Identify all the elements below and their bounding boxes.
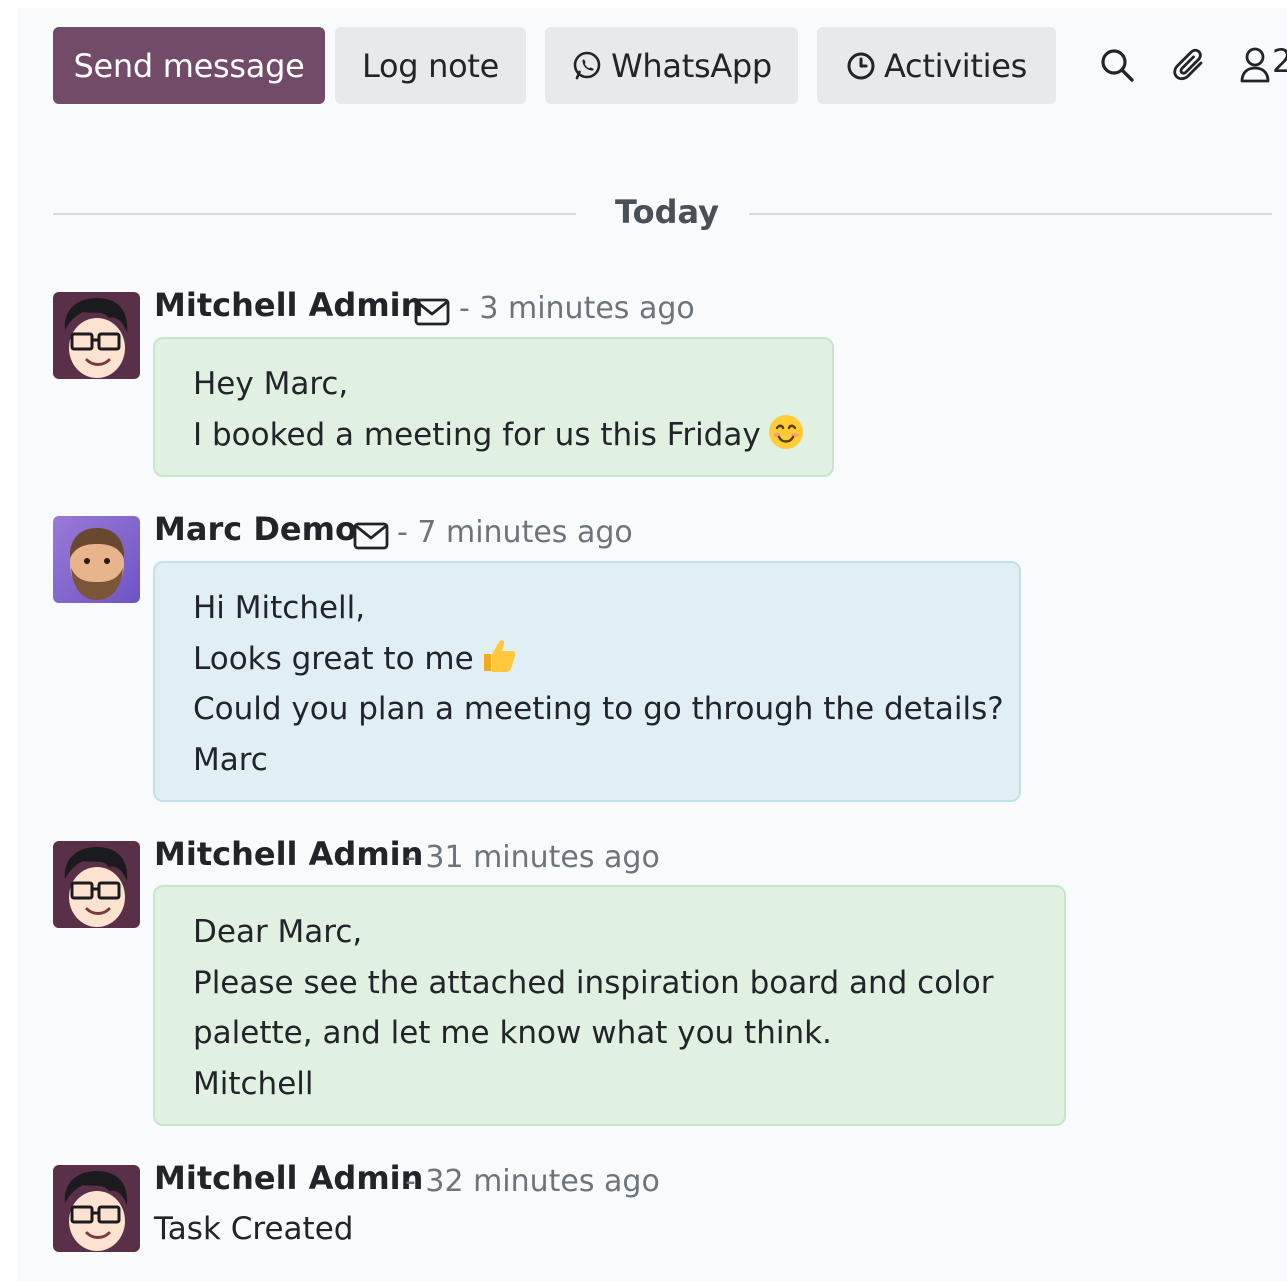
activities-button[interactable]: Activities — [817, 27, 1056, 104]
avatar[interactable] — [53, 841, 140, 928]
send-message-label: Send message — [73, 46, 305, 85]
activities-label: Activities — [884, 46, 1027, 85]
message-time: - 7 minutes ago — [397, 515, 633, 550]
message-author[interactable]: Mitchell Admin — [154, 835, 423, 873]
avatar[interactable] — [53, 1165, 140, 1252]
marc-avatar-icon — [53, 516, 140, 603]
message-line: Please see the attached inspiration boar… — [193, 964, 994, 1001]
search-icon — [1101, 49, 1134, 82]
message-time: - 31 minutes ago — [405, 840, 660, 875]
message-line: I booked a meeting for us this Friday — [193, 410, 803, 461]
message-line: Could you plan a meeting to go through t… — [193, 691, 1004, 727]
message-line: Hey Marc, — [193, 366, 349, 402]
log-note-button[interactable]: Log note — [335, 27, 526, 104]
search-button[interactable] — [1097, 45, 1137, 85]
tracking-note-text: Task Created — [154, 1211, 354, 1247]
followers-count: 2 — [1272, 45, 1287, 80]
message-line: Hi Mitchell, — [193, 590, 366, 626]
day-separator-label: Today — [615, 193, 719, 231]
separator-line-right — [749, 213, 1272, 215]
send-message-button[interactable]: Send message — [53, 27, 325, 104]
message-line: Mitchell — [193, 1065, 314, 1102]
log-note-label: Log note — [361, 46, 500, 85]
message-bubble: Hi Mitchell, Looks great to me Could you… — [153, 561, 1021, 802]
message-line: Dear Marc, — [193, 914, 363, 950]
message-line: Looks great to me — [193, 634, 981, 685]
whatsapp-icon — [573, 51, 601, 79]
user-icon — [1240, 47, 1270, 83]
message-time: - 3 minutes ago — [459, 291, 695, 326]
paperclip-icon — [1173, 48, 1203, 81]
avatar[interactable] — [53, 516, 140, 603]
separator-line-left — [53, 213, 576, 215]
thumbs-up-emoji-icon — [483, 639, 516, 672]
message-line: palette, and let me know what you think. — [193, 1015, 832, 1051]
mitchell-avatar-icon — [53, 292, 140, 379]
avatar[interactable] — [53, 292, 140, 379]
message-author[interactable]: Marc Demo — [154, 510, 357, 548]
whatsapp-label: WhatsApp — [611, 46, 772, 85]
envelope-icon[interactable] — [414, 297, 452, 327]
clock-icon — [847, 52, 875, 79]
message-line: Marc — [193, 741, 268, 778]
envelope-icon[interactable] — [353, 521, 391, 551]
message-author[interactable]: Mitchell Admin — [154, 286, 423, 324]
followers-button[interactable]: 2 — [1236, 45, 1287, 85]
message-bubble: Hey Marc, I booked a meeting for us this… — [153, 337, 834, 477]
mitchell-avatar-icon — [53, 841, 140, 928]
message-time: - 32 minutes ago — [405, 1164, 660, 1199]
mitchell-avatar-icon — [53, 1165, 140, 1252]
message-bubble: Dear Marc, Please see the attached inspi… — [153, 885, 1066, 1126]
message-author[interactable]: Mitchell Admin — [154, 1159, 423, 1197]
whatsapp-button[interactable]: WhatsApp — [545, 27, 798, 104]
attachments-button[interactable] — [1170, 45, 1210, 85]
smiling-face-emoji-icon — [768, 414, 803, 449]
